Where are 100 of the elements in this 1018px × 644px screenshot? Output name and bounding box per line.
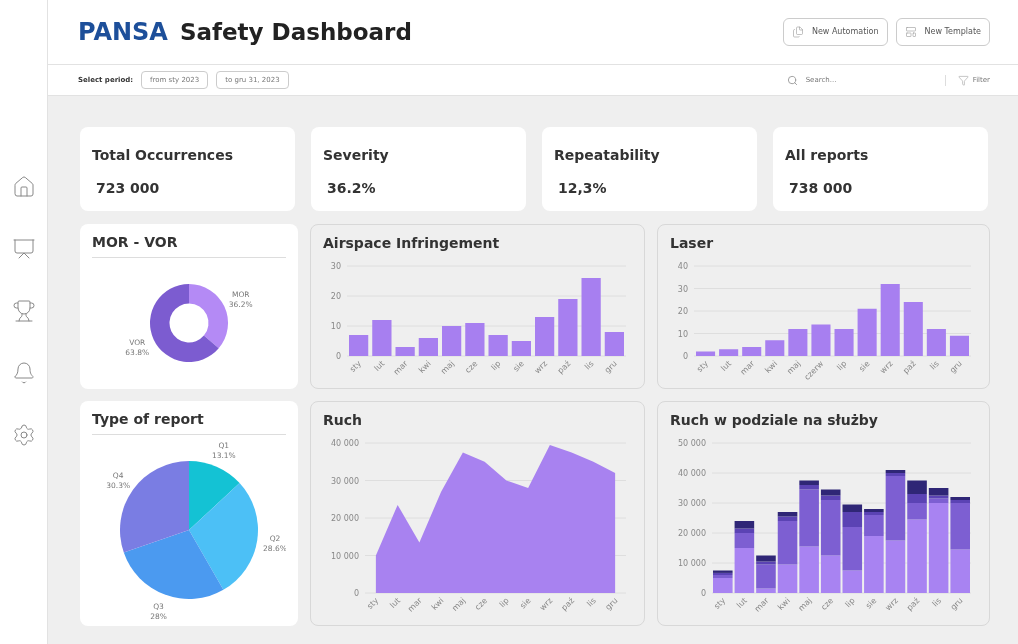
bar	[719, 349, 739, 356]
axis-tick-label: 0	[682, 352, 688, 361]
chart-title: Airspace Infringement	[323, 234, 501, 253]
axis-tick-label: cze	[463, 359, 480, 375]
bar-segment	[885, 540, 906, 593]
axis-tick-label: lut	[719, 359, 734, 373]
axis-tick-label: gru	[602, 359, 619, 375]
bar	[742, 347, 762, 356]
bar	[395, 347, 415, 356]
axis-tick-label: 40 000	[678, 469, 706, 478]
kpi-value: 36.2%	[326, 179, 377, 198]
axis-tick-label: gru	[948, 359, 964, 375]
kpi-value: 723 000	[95, 179, 161, 198]
kpi-value: 12,3%	[557, 179, 608, 198]
bar	[834, 329, 854, 356]
axis-tick-label: lis	[585, 596, 598, 609]
bar	[558, 299, 578, 356]
bar	[903, 302, 923, 356]
axis-tick-label: sie	[863, 596, 879, 611]
axis-tick-label: lis	[928, 359, 941, 372]
bar	[949, 335, 969, 356]
axis-tick-label: sie	[518, 596, 533, 611]
axis-tick-label: 40 000	[331, 439, 359, 448]
files-icon	[791, 26, 804, 38]
axis-tick-label: 10 000	[678, 559, 706, 568]
chart-title: MOR - VOR	[92, 232, 286, 258]
axis-tick-label: 30	[677, 284, 688, 294]
kpi-title: Repeatability	[554, 146, 661, 165]
bar	[857, 308, 877, 356]
axis-tick-label: sty	[365, 596, 381, 611]
axis-tick-label: lut	[735, 596, 749, 610]
bar	[535, 317, 555, 356]
bar	[765, 340, 785, 356]
kpi-title: Severity	[323, 146, 390, 165]
axis-tick-label: cze	[819, 596, 836, 612]
chart-title: Ruch w podziale na służby	[670, 411, 879, 430]
axis-tick-label: sty	[348, 359, 364, 374]
bar	[349, 335, 369, 356]
chart-title: Ruch	[323, 411, 363, 430]
axis-tick-label: kwi	[763, 359, 780, 375]
bar	[880, 284, 900, 356]
axis-tick-label: gru	[603, 596, 620, 612]
axis-tick-label: wrz	[532, 359, 550, 376]
axis-tick-label: lip	[497, 596, 511, 610]
axis-tick-label: gru	[948, 596, 965, 612]
axis-tick-label: 10 000	[331, 551, 359, 561]
kpi-title: All reports	[785, 146, 870, 165]
axis-tick-label: 40	[677, 262, 688, 271]
bar	[511, 341, 531, 356]
bar	[372, 320, 392, 356]
filter-icon	[957, 74, 969, 86]
axis-tick-label: wrz	[878, 359, 895, 376]
layout-icon	[904, 26, 917, 38]
axis-tick-label: sie	[511, 359, 526, 374]
axis-tick-label: kwi	[416, 359, 433, 375]
axis-tick-label: 0	[700, 589, 706, 598]
axis-tick-label: 30 000	[331, 476, 359, 486]
axis-tick-label: 10	[677, 329, 688, 339]
chart-title: Laser	[670, 234, 715, 253]
trophy-icon[interactable]	[11, 299, 36, 323]
axis-tick-label: lut	[388, 596, 403, 610]
axis-tick-label: 50 000	[678, 439, 706, 448]
bar	[488, 335, 508, 356]
axis-tick-label: sie	[857, 359, 872, 374]
axis-tick-label: lut	[372, 359, 387, 373]
axis-tick-label: kwi	[429, 596, 446, 612]
header-button[interactable]: New Automation	[782, 18, 888, 46]
axis-tick-label: lip	[489, 359, 503, 373]
home-icon[interactable]	[11, 175, 36, 199]
bar	[442, 326, 462, 356]
page-title: Safety Dashboard	[179, 18, 412, 47]
axis-tick-label: wrz	[883, 596, 900, 613]
axis-tick-label: 20 000	[331, 514, 359, 523]
axis-tick-label: 30 000	[678, 499, 706, 508]
header-button[interactable]: New Template	[895, 18, 990, 46]
axis-tick-label: cze	[473, 596, 490, 612]
axis-tick-label: 0	[353, 589, 359, 598]
kpi-title: Total Occurrences	[92, 146, 234, 165]
axis-tick-label: 10	[330, 322, 341, 331]
bar	[926, 329, 946, 356]
axis-tick-label: sty	[712, 596, 728, 611]
axis-tick-label: wrz	[538, 596, 555, 613]
axis-tick-label: lip	[843, 596, 857, 610]
axis-tick-label: 20 000	[678, 529, 706, 538]
axis-tick-label: 20	[677, 307, 688, 316]
chart-title: Type of report	[92, 409, 286, 435]
axis-tick-label: 0	[335, 352, 341, 361]
presentation-icon[interactable]	[11, 237, 36, 261]
bar	[465, 323, 485, 356]
settings-icon[interactable]	[11, 423, 36, 447]
bar	[788, 329, 808, 356]
axis-tick-label: lis	[583, 359, 596, 372]
axis-tick-label: lip	[835, 359, 849, 373]
bar	[696, 351, 716, 356]
axis-tick-label: sty	[695, 359, 710, 374]
brand-logo: PANSA	[78, 17, 168, 48]
kpi-value: 738 000	[788, 179, 854, 198]
axis-tick-label: 30	[330, 262, 341, 271]
bar	[604, 332, 624, 356]
bell-icon[interactable]	[11, 361, 36, 385]
